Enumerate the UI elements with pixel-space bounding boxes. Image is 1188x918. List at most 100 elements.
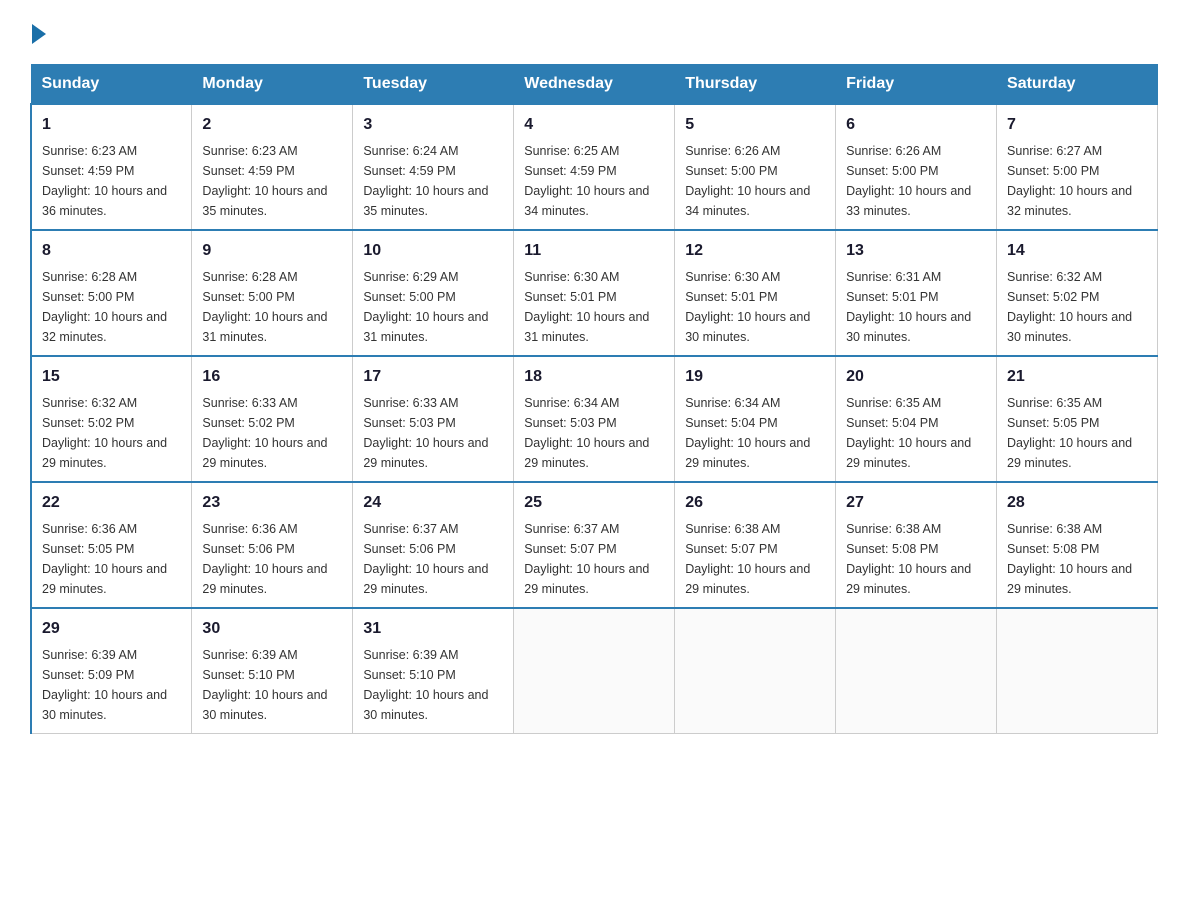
page-header <box>30 20 1158 44</box>
calendar-cell: 3 Sunrise: 6:24 AMSunset: 4:59 PMDaylight… <box>353 104 514 230</box>
day-header-friday: Friday <box>836 65 997 105</box>
calendar-cell: 20 Sunrise: 6:35 AMSunset: 5:04 PMDayligh… <box>836 356 997 482</box>
calendar-cell: 5 Sunrise: 6:26 AMSunset: 5:00 PMDaylight… <box>675 104 836 230</box>
day-number: 27 <box>846 491 986 515</box>
calendar-cell: 30 Sunrise: 6:39 AMSunset: 5:10 PMDayligh… <box>192 608 353 734</box>
calendar-cell: 6 Sunrise: 6:26 AMSunset: 5:00 PMDaylight… <box>836 104 997 230</box>
calendar-cell: 14 Sunrise: 6:32 AMSunset: 5:02 PMDayligh… <box>997 230 1158 356</box>
day-info: Sunrise: 6:28 AMSunset: 5:00 PMDaylight:… <box>202 267 342 347</box>
day-number: 4 <box>524 113 664 137</box>
day-number: 12 <box>685 239 825 263</box>
logo <box>30 20 46 44</box>
calendar-cell: 31 Sunrise: 6:39 AMSunset: 5:10 PMDayligh… <box>353 608 514 734</box>
day-number: 29 <box>42 617 181 641</box>
day-header-thursday: Thursday <box>675 65 836 105</box>
day-headers-row: SundayMondayTuesdayWednesdayThursdayFrid… <box>31 65 1158 105</box>
day-info: Sunrise: 6:38 AMSunset: 5:08 PMDaylight:… <box>846 519 986 599</box>
day-info: Sunrise: 6:30 AMSunset: 5:01 PMDaylight:… <box>685 267 825 347</box>
calendar-table: SundayMondayTuesdayWednesdayThursdayFrid… <box>30 64 1158 734</box>
day-info: Sunrise: 6:30 AMSunset: 5:01 PMDaylight:… <box>524 267 664 347</box>
day-info: Sunrise: 6:38 AMSunset: 5:08 PMDaylight:… <box>1007 519 1147 599</box>
calendar-cell: 28Sunrise: 6:38 AMSunset: 5:08 PMDayligh… <box>997 482 1158 608</box>
day-info: Sunrise: 6:27 AMSunset: 5:00 PMDaylight:… <box>1007 141 1147 221</box>
calendar-week-row: 1Sunrise: 6:23 AMSunset: 4:59 PMDaylight… <box>31 104 1158 230</box>
day-number: 3 <box>363 113 503 137</box>
day-info: Sunrise: 6:29 AMSunset: 5:00 PMDaylight:… <box>363 267 503 347</box>
day-info: Sunrise: 6:25 AMSunset: 4:59 PMDaylight:… <box>524 141 664 221</box>
calendar-body: 1Sunrise: 6:23 AMSunset: 4:59 PMDaylight… <box>31 104 1158 734</box>
calendar-cell: 10 Sunrise: 6:29 AMSunset: 5:00 PMDayligh… <box>353 230 514 356</box>
calendar-cell: 19Sunrise: 6:34 AMSunset: 5:04 PMDayligh… <box>675 356 836 482</box>
day-info: Sunrise: 6:23 AMSunset: 4:59 PMDaylight:… <box>42 141 181 221</box>
calendar-cell: 29 Sunrise: 6:39 AMSunset: 5:09 PMDayligh… <box>31 608 192 734</box>
calendar-week-row: 15 Sunrise: 6:32 AMSunset: 5:02 PMDayligh… <box>31 356 1158 482</box>
day-info: Sunrise: 6:26 AMSunset: 5:00 PMDaylight:… <box>685 141 825 221</box>
calendar-cell <box>514 608 675 734</box>
day-number: 14 <box>1007 239 1147 263</box>
day-number: 10 <box>363 239 503 263</box>
day-number: 22 <box>42 491 181 515</box>
logo-arrow-icon <box>32 24 46 44</box>
day-info: Sunrise: 6:37 AMSunset: 5:07 PMDaylight:… <box>524 519 664 599</box>
day-number: 25 <box>524 491 664 515</box>
calendar-cell: 17Sunrise: 6:33 AMSunset: 5:03 PMDayligh… <box>353 356 514 482</box>
calendar-cell <box>997 608 1158 734</box>
day-info: Sunrise: 6:36 AMSunset: 5:05 PMDaylight:… <box>42 519 181 599</box>
calendar-cell: 11Sunrise: 6:30 AMSunset: 5:01 PMDayligh… <box>514 230 675 356</box>
day-info: Sunrise: 6:37 AMSunset: 5:06 PMDaylight:… <box>363 519 503 599</box>
day-info: Sunrise: 6:32 AMSunset: 5:02 PMDaylight:… <box>1007 267 1147 347</box>
day-number: 20 <box>846 365 986 389</box>
day-info: Sunrise: 6:39 AMSunset: 5:10 PMDaylight:… <box>363 645 503 725</box>
day-number: 7 <box>1007 113 1147 137</box>
day-header-monday: Monday <box>192 65 353 105</box>
calendar-cell: 15 Sunrise: 6:32 AMSunset: 5:02 PMDayligh… <box>31 356 192 482</box>
day-number: 15 <box>42 365 181 389</box>
day-info: Sunrise: 6:39 AMSunset: 5:09 PMDaylight:… <box>42 645 181 725</box>
day-number: 31 <box>363 617 503 641</box>
day-number: 21 <box>1007 365 1147 389</box>
day-info: Sunrise: 6:24 AMSunset: 4:59 PMDaylight:… <box>363 141 503 221</box>
calendar-cell: 24 Sunrise: 6:37 AMSunset: 5:06 PMDayligh… <box>353 482 514 608</box>
day-number: 26 <box>685 491 825 515</box>
calendar-cell: 8Sunrise: 6:28 AMSunset: 5:00 PMDaylight… <box>31 230 192 356</box>
day-number: 16 <box>202 365 342 389</box>
day-info: Sunrise: 6:31 AMSunset: 5:01 PMDaylight:… <box>846 267 986 347</box>
day-number: 19 <box>685 365 825 389</box>
day-info: Sunrise: 6:35 AMSunset: 5:04 PMDaylight:… <box>846 393 986 473</box>
day-number: 5 <box>685 113 825 137</box>
day-info: Sunrise: 6:32 AMSunset: 5:02 PMDaylight:… <box>42 393 181 473</box>
calendar-cell: 18Sunrise: 6:34 AMSunset: 5:03 PMDayligh… <box>514 356 675 482</box>
calendar-cell: 26 Sunrise: 6:38 AMSunset: 5:07 PMDayligh… <box>675 482 836 608</box>
calendar-cell: 1Sunrise: 6:23 AMSunset: 4:59 PMDaylight… <box>31 104 192 230</box>
day-number: 24 <box>363 491 503 515</box>
day-header-saturday: Saturday <box>997 65 1158 105</box>
calendar-cell: 27 Sunrise: 6:38 AMSunset: 5:08 PMDayligh… <box>836 482 997 608</box>
day-info: Sunrise: 6:38 AMSunset: 5:07 PMDaylight:… <box>685 519 825 599</box>
day-header-tuesday: Tuesday <box>353 65 514 105</box>
calendar-cell: 23 Sunrise: 6:36 AMSunset: 5:06 PMDayligh… <box>192 482 353 608</box>
day-number: 9 <box>202 239 342 263</box>
calendar-cell: 25 Sunrise: 6:37 AMSunset: 5:07 PMDayligh… <box>514 482 675 608</box>
calendar-week-row: 29 Sunrise: 6:39 AMSunset: 5:09 PMDayligh… <box>31 608 1158 734</box>
day-info: Sunrise: 6:39 AMSunset: 5:10 PMDaylight:… <box>202 645 342 725</box>
calendar-week-row: 22 Sunrise: 6:36 AMSunset: 5:05 PMDayligh… <box>31 482 1158 608</box>
day-number: 6 <box>846 113 986 137</box>
day-number: 23 <box>202 491 342 515</box>
calendar-cell: 9 Sunrise: 6:28 AMSunset: 5:00 PMDaylight… <box>192 230 353 356</box>
calendar-cell <box>836 608 997 734</box>
day-info: Sunrise: 6:36 AMSunset: 5:06 PMDaylight:… <box>202 519 342 599</box>
calendar-cell: 12 Sunrise: 6:30 AMSunset: 5:01 PMDayligh… <box>675 230 836 356</box>
day-info: Sunrise: 6:26 AMSunset: 5:00 PMDaylight:… <box>846 141 986 221</box>
calendar-cell: 21Sunrise: 6:35 AMSunset: 5:05 PMDayligh… <box>997 356 1158 482</box>
day-number: 2 <box>202 113 342 137</box>
day-info: Sunrise: 6:34 AMSunset: 5:03 PMDaylight:… <box>524 393 664 473</box>
day-info: Sunrise: 6:33 AMSunset: 5:03 PMDaylight:… <box>363 393 503 473</box>
calendar-cell: 16 Sunrise: 6:33 AMSunset: 5:02 PMDayligh… <box>192 356 353 482</box>
calendar-header: SundayMondayTuesdayWednesdayThursdayFrid… <box>31 65 1158 105</box>
calendar-cell: 7 Sunrise: 6:27 AMSunset: 5:00 PMDaylight… <box>997 104 1158 230</box>
day-header-wednesday: Wednesday <box>514 65 675 105</box>
day-info: Sunrise: 6:33 AMSunset: 5:02 PMDaylight:… <box>202 393 342 473</box>
calendar-cell: 4 Sunrise: 6:25 AMSunset: 4:59 PMDaylight… <box>514 104 675 230</box>
day-number: 30 <box>202 617 342 641</box>
calendar-week-row: 8Sunrise: 6:28 AMSunset: 5:00 PMDaylight… <box>31 230 1158 356</box>
